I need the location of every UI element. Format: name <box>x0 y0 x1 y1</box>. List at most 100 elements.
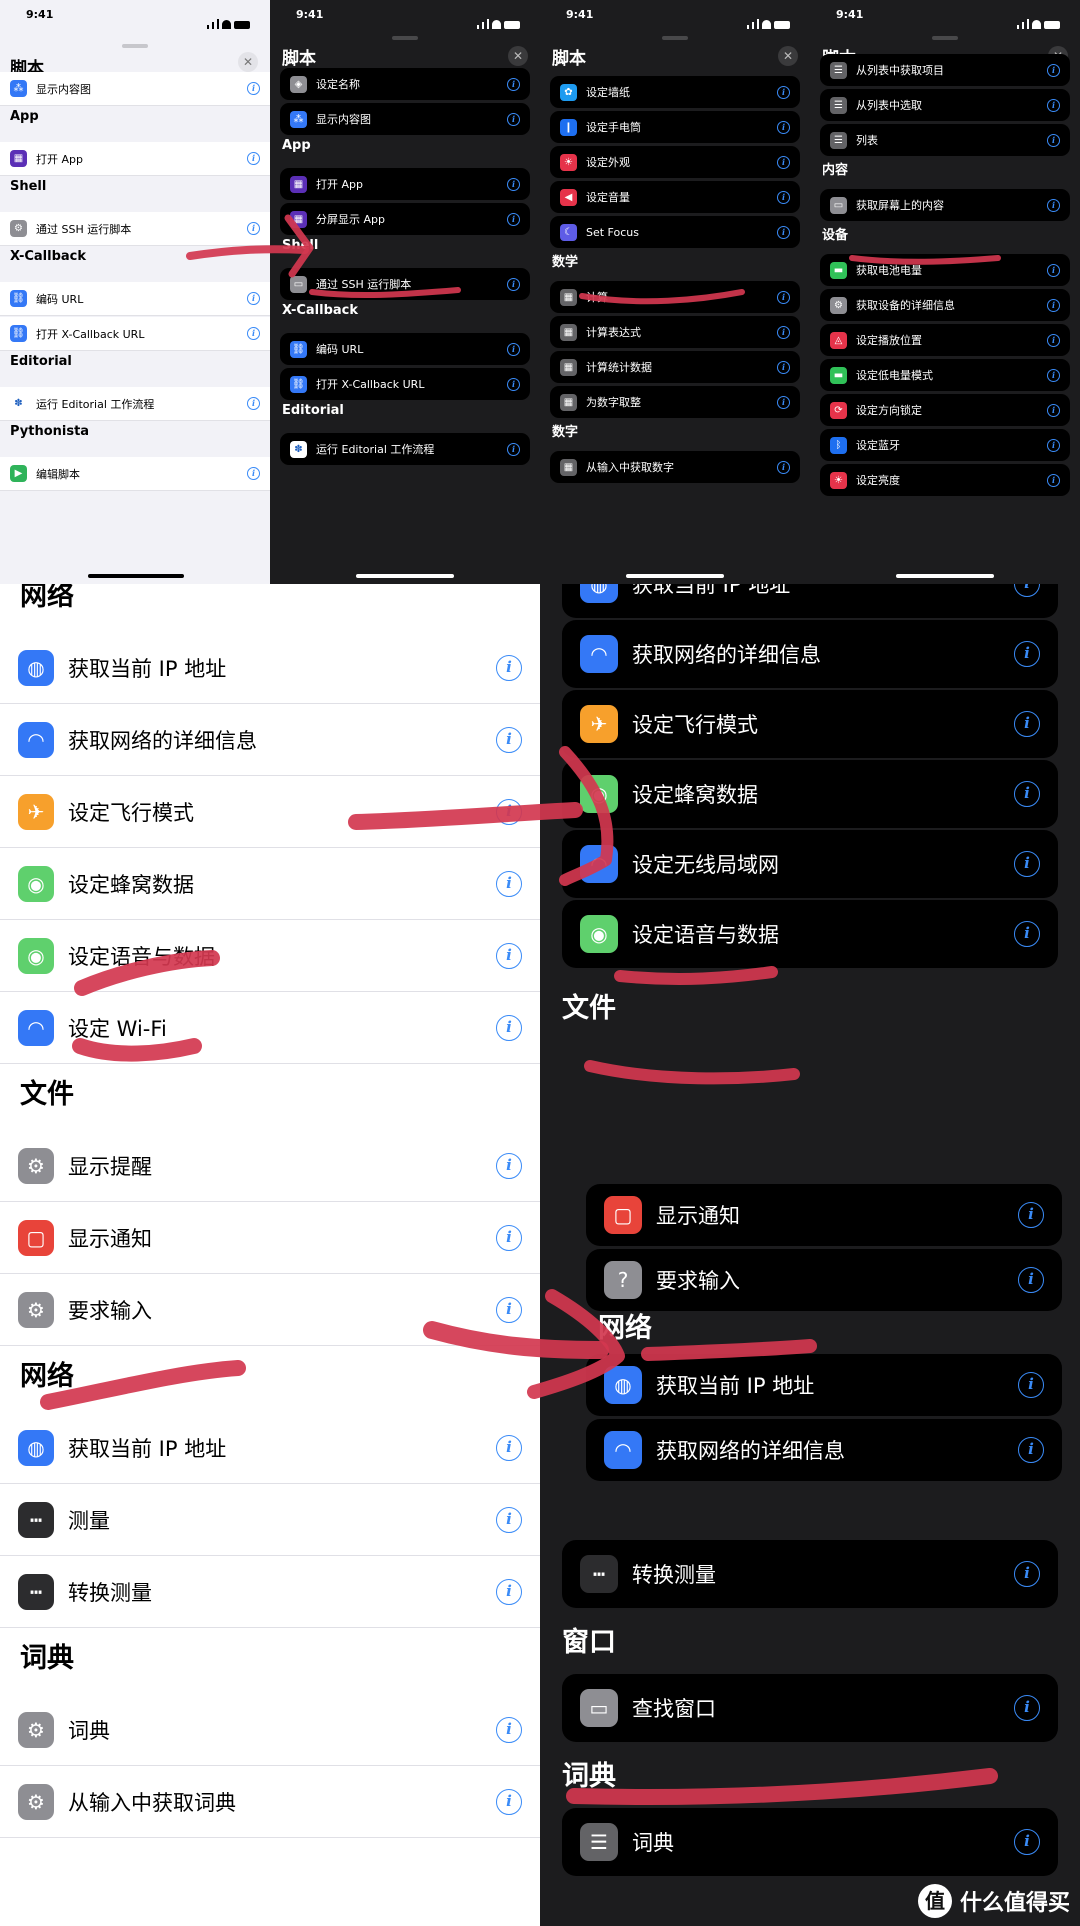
action-row[interactable]: ☰ 词典 i <box>562 1808 1058 1876</box>
info-icon[interactable]: i <box>1014 781 1040 807</box>
action-row[interactable]: ⚙ 从输入中获取词典 i <box>0 1766 540 1838</box>
action-row[interactable]: ▦ 从输入中获取数字 i <box>550 451 800 483</box>
action-row[interactable]: ▬ 获取电池电量 i <box>820 254 1070 286</box>
action-row[interactable]: ◉ 设定蜂窝数据 i <box>0 848 540 920</box>
info-icon[interactable]: i <box>777 460 790 474</box>
info-icon[interactable]: i <box>496 654 522 681</box>
info-icon[interactable]: i <box>247 152 260 165</box>
info-icon[interactable]: i <box>247 397 260 410</box>
action-row[interactable]: ◠ 获取网络的详细信息 i <box>562 620 1058 688</box>
action-row[interactable]: ◍ 获取当前 IP 地址 i <box>0 1412 540 1484</box>
info-icon[interactable]: i <box>1047 63 1060 77</box>
info-icon[interactable]: i <box>496 1152 522 1179</box>
action-row[interactable]: ▦ 打开 App i <box>0 142 270 176</box>
info-icon[interactable]: i <box>496 870 522 897</box>
info-icon[interactable]: i <box>496 726 522 753</box>
info-icon[interactable]: i <box>1014 851 1040 877</box>
action-row[interactable]: ✈ 设定飞行模式 i <box>0 776 540 848</box>
action-row[interactable]: ▭ 获取屏幕上的内容 i <box>820 189 1070 221</box>
home-indicator[interactable] <box>356 574 454 578</box>
sheet-grabber[interactable] <box>122 44 148 48</box>
info-icon[interactable]: i <box>1018 1267 1044 1293</box>
action-row[interactable]: ✽ 运行 Editorial 工作流程 i <box>280 433 530 465</box>
home-indicator[interactable] <box>626 574 724 578</box>
action-row[interactable]: ᛒ 设定蓝牙 i <box>820 429 1070 461</box>
action-row[interactable]: ⚙ 获取设备的详细信息 i <box>820 289 1070 321</box>
info-icon[interactable]: i <box>247 292 260 305</box>
action-row[interactable]: ▢ 显示通知 i <box>0 1202 540 1274</box>
sheet-grabber[interactable] <box>932 36 958 40</box>
info-icon[interactable]: i <box>1014 921 1040 947</box>
info-icon[interactable]: i <box>507 277 520 291</box>
info-icon[interactable]: i <box>507 112 520 126</box>
info-icon[interactable]: i <box>496 1014 522 1041</box>
action-row[interactable]: ▭ 通过 SSH 运行脚本 i <box>280 268 530 300</box>
info-icon[interactable]: i <box>1014 1829 1040 1855</box>
action-row[interactable]: ⚙ 通过 SSH 运行脚本 i <box>0 212 270 246</box>
info-icon[interactable]: i <box>496 798 522 825</box>
action-row[interactable]: ◠ 获取网络的详细信息 i <box>586 1419 1062 1481</box>
info-icon[interactable]: i <box>507 77 520 91</box>
action-row[interactable]: ✽ 运行 Editorial 工作流程 i <box>0 387 270 421</box>
action-row[interactable]: ◉ 设定蜂窝数据 i <box>562 760 1058 828</box>
action-row[interactable]: ▶ 编辑脚本 i <box>0 457 270 491</box>
action-row[interactable]: ☀ 设定外观 i <box>550 146 800 178</box>
action-row[interactable]: ◬ 设定播放位置 i <box>820 324 1070 356</box>
info-icon[interactable]: i <box>777 325 790 339</box>
info-icon[interactable]: i <box>1047 98 1060 112</box>
action-row[interactable]: ☰ 从列表中选取 i <box>820 89 1070 121</box>
info-icon[interactable]: i <box>496 942 522 969</box>
info-icon[interactable]: i <box>1047 333 1060 347</box>
action-row[interactable]: ⚙ 词典 i <box>0 1694 540 1766</box>
info-icon[interactable]: i <box>507 342 520 356</box>
sheet-grabber[interactable] <box>662 36 688 40</box>
action-row[interactable]: ▢ 显示通知 i <box>586 1184 1062 1246</box>
close-button[interactable]: ✕ <box>778 46 798 66</box>
info-icon[interactable]: i <box>1018 1437 1044 1463</box>
info-icon[interactable]: i <box>1018 1372 1044 1398</box>
info-icon[interactable]: i <box>496 1224 522 1251</box>
action-row[interactable]: ◠ 获取网络的详细信息 i <box>0 704 540 776</box>
action-row[interactable]: ◠ 设定无线局域网 i <box>562 830 1058 898</box>
action-row[interactable]: ✈ 设定飞行模式 i <box>562 690 1058 758</box>
info-icon[interactable]: i <box>1014 584 1040 597</box>
sheet-grabber[interactable] <box>392 36 418 40</box>
info-icon[interactable]: i <box>247 327 260 340</box>
info-icon[interactable]: i <box>1047 473 1060 487</box>
action-row[interactable]: ☾ Set Focus i <box>550 216 800 248</box>
action-row[interactable]: ┅ 转换测量 i <box>0 1556 540 1628</box>
info-icon[interactable]: i <box>507 377 520 391</box>
info-icon[interactable]: i <box>247 82 260 95</box>
action-row[interactable]: ⛓ 打开 X-Callback URL i <box>0 317 270 351</box>
info-icon[interactable]: i <box>496 1716 522 1743</box>
action-row[interactable]: ◍ 获取当前 IP 地址 i <box>562 584 1058 618</box>
home-indicator[interactable] <box>88 574 184 578</box>
action-row[interactable]: ⛓ 编码 URL i <box>0 282 270 316</box>
info-icon[interactable]: i <box>496 1506 522 1533</box>
info-icon[interactable]: i <box>777 155 790 169</box>
info-icon[interactable]: i <box>777 360 790 374</box>
action-row[interactable]: ☀ 设定亮度 i <box>820 464 1070 496</box>
action-row[interactable]: ▦ 分屏显示 App i <box>280 203 530 235</box>
action-row[interactable]: ◈ 设定名称 i <box>280 68 530 100</box>
info-icon[interactable]: i <box>507 212 520 226</box>
action-row[interactable]: ? 要求输入 i <box>586 1249 1062 1311</box>
info-icon[interactable]: i <box>1014 1561 1040 1587</box>
action-row[interactable]: ◠ 设定 Wi-Fi i <box>0 992 540 1064</box>
action-row[interactable]: ⛓ 打开 X-Callback URL i <box>280 368 530 400</box>
action-row[interactable]: ▦ 计算 i <box>550 281 800 313</box>
action-row[interactable]: ▦ 计算统计数据 i <box>550 351 800 383</box>
action-row[interactable]: ⁂ 显示内容图 i <box>0 72 270 106</box>
info-icon[interactable]: i <box>1047 133 1060 147</box>
action-row[interactable]: ◉ 设定语音与数据 i <box>0 920 540 992</box>
info-icon[interactable]: i <box>1014 641 1040 667</box>
action-row[interactable]: ⟳ 设定方向锁定 i <box>820 394 1070 426</box>
close-button[interactable]: ✕ <box>238 52 258 72</box>
action-row[interactable]: ▭ 查找窗口 i <box>562 1674 1058 1742</box>
info-icon[interactable]: i <box>247 222 260 235</box>
info-icon[interactable]: i <box>777 290 790 304</box>
action-row[interactable]: ☰ 从列表中获取项目 i <box>820 54 1070 86</box>
action-row[interactable]: ▦ 打开 App i <box>280 168 530 200</box>
action-row[interactable]: ⚙ 要求输入 i <box>0 1274 540 1346</box>
action-row[interactable]: ▦ 计算表达式 i <box>550 316 800 348</box>
